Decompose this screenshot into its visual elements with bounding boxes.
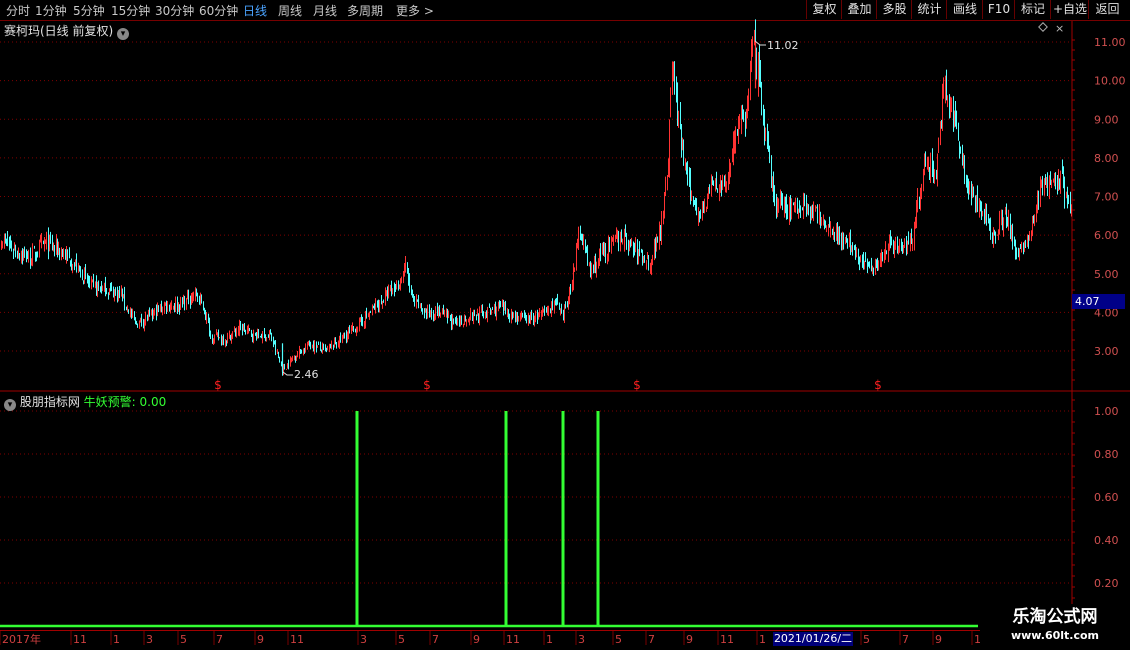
current-price-box: 4.07: [1072, 294, 1125, 309]
min-price-label: 2.46: [294, 368, 319, 381]
price-label: 3.00: [1094, 345, 1119, 358]
x-axis-label: 5: [398, 633, 405, 646]
x-axis-label: 3: [360, 633, 367, 646]
x-axis-label: 3: [578, 633, 585, 646]
price-label: 5.00: [1094, 268, 1119, 281]
chevron-down-icon[interactable]: ▾: [4, 399, 16, 411]
watermark-line1: 乐淘公式网: [1012, 607, 1098, 627]
price-label: 6.00: [1094, 229, 1119, 242]
stock-chart[interactable]: × $ $ $ $ 11.0010.009.008.007.006.005.004.0…: [0, 0, 1130, 650]
x-axis-label: 7: [648, 633, 655, 646]
indicator-label: 1.00: [1094, 405, 1119, 418]
x-axis-label: 9: [257, 633, 264, 646]
x-axis-label: 7: [216, 633, 223, 646]
x-axis-label: 7: [432, 633, 439, 646]
dollar-marker: $: [874, 378, 882, 392]
watermark-line2: www.60lt.com: [1010, 629, 1100, 642]
x-axis-label: 11: [290, 633, 304, 646]
x-axis-label: 5: [615, 633, 622, 646]
price-label: 7.00: [1094, 191, 1119, 204]
min-pointer: [282, 371, 293, 376]
x-axis-label: 1: [113, 633, 120, 646]
x-axis-label: 11: [73, 633, 87, 646]
price-label: 10.00: [1094, 75, 1126, 88]
x-axis-label: 11: [720, 633, 734, 646]
watermark: 乐淘公式网 www.60lt.com: [980, 604, 1130, 650]
x-axis-label: 7: [902, 633, 909, 646]
indicator-label: 0.40: [1094, 534, 1119, 547]
indicator-label: 0.60: [1094, 491, 1119, 504]
x-axis-label: 9: [473, 633, 480, 646]
close-icon[interactable]: ×: [1055, 22, 1064, 35]
indicator-value: 牛妖预警: 0.00: [83, 395, 167, 409]
x-axis-label: 5: [863, 633, 870, 646]
x-axis-label: 3: [146, 633, 153, 646]
price-label: 11.00: [1094, 36, 1126, 49]
x-axis-label: 1: [546, 633, 553, 646]
max-price-label: 11.02: [767, 39, 799, 52]
x-axis-label: 11: [506, 633, 520, 646]
indicator-label: 0.80: [1094, 448, 1119, 461]
x-axis-label: 5: [180, 633, 187, 646]
indicator-label: 0.20: [1094, 577, 1119, 590]
indicator-source: 股朋指标网: [19, 395, 80, 409]
x-axis-label: 9: [935, 633, 942, 646]
price-label: 9.00: [1094, 113, 1119, 126]
x-axis-label: 9: [686, 633, 693, 646]
dollar-marker: $: [633, 378, 641, 392]
dollar-marker: $: [423, 378, 431, 392]
diamond-icon[interactable]: [1038, 22, 1048, 32]
price-label: 8.00: [1094, 152, 1119, 165]
x-axis-label: 1: [759, 633, 766, 646]
x-axis-label: 2017年: [2, 632, 41, 646]
cursor-date-box: 2021/01/26/二: [773, 632, 853, 646]
dollar-marker: $: [214, 378, 222, 392]
indicator-title: ▾ 股朋指标网 牛妖预警: 0.00: [4, 393, 166, 411]
